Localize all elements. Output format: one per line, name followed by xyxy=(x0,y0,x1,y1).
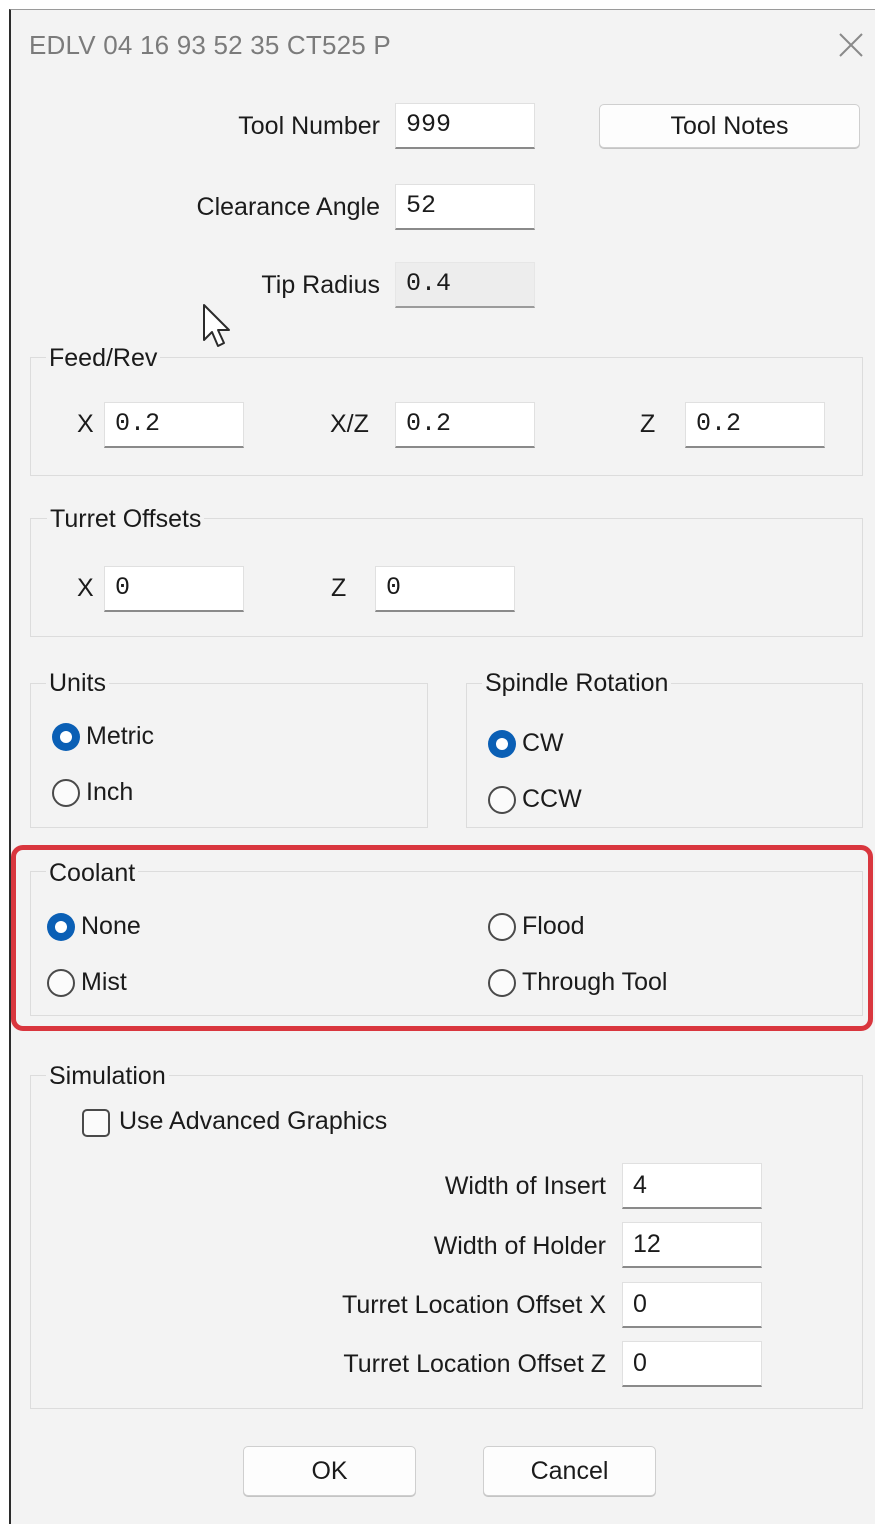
units-title: Units xyxy=(46,669,109,698)
coolant-highlight-annotation xyxy=(11,845,873,1031)
advanced-graphics-checkbox[interactable] xyxy=(82,1109,110,1137)
feed-z-field[interactable]: 0.2 xyxy=(685,402,825,448)
tool-notes-button[interactable]: Tool Notes xyxy=(599,104,860,148)
turret-location-offset-x-label: Turret Location Offset X xyxy=(341,1291,606,1319)
tip-radius-label: Tip Radius xyxy=(261,271,380,299)
metric-label: Metric xyxy=(86,722,155,750)
inch-label: Inch xyxy=(86,778,134,806)
inch-radio[interactable] xyxy=(52,779,80,807)
turret-x-field[interactable]: 0 xyxy=(104,566,244,612)
turret-location-offset-z-label: Turret Location Offset Z xyxy=(343,1350,606,1378)
width-of-holder-field[interactable]: 12 xyxy=(622,1222,762,1268)
close-button[interactable] xyxy=(832,24,868,64)
spindle-rotation-title: Spindle Rotation xyxy=(482,669,672,698)
units-inch-option[interactable]: Inch xyxy=(50,778,250,810)
advanced-graphics-option[interactable]: Use Advanced Graphics xyxy=(82,1107,402,1139)
feed-z-label: Z xyxy=(640,410,656,438)
width-of-insert-label: Width of Insert xyxy=(444,1172,606,1200)
turret-offsets-title: Turret Offsets xyxy=(47,505,205,534)
feed-xz-field[interactable]: 0.2 xyxy=(395,402,535,448)
spindle-cw-option[interactable]: CW xyxy=(486,729,686,761)
turret-location-offset-x-field[interactable]: 0 xyxy=(622,1282,762,1328)
simulation-title: Simulation xyxy=(46,1062,169,1091)
feed-rev-title: Feed/Rev xyxy=(46,344,161,373)
width-of-holder-label: Width of Holder xyxy=(433,1232,606,1260)
metric-radio[interactable] xyxy=(52,723,80,751)
spindle-ccw-option[interactable]: CCW xyxy=(486,785,686,817)
window-title: EDLV 04 16 93 52 35 CT525 P xyxy=(29,30,391,60)
turret-z-field[interactable]: 0 xyxy=(375,566,515,612)
turret-z-label: Z xyxy=(331,574,347,602)
close-icon xyxy=(839,33,863,57)
feed-x-label: X xyxy=(77,410,94,438)
units-metric-option[interactable]: Metric xyxy=(50,722,250,754)
feed-xz-label: X/Z xyxy=(330,410,369,438)
ccw-radio[interactable] xyxy=(488,786,516,814)
tip-radius-field: 0.4 xyxy=(395,262,535,308)
tool-number-label: Tool Number xyxy=(238,112,380,140)
advanced-graphics-label: Use Advanced Graphics xyxy=(119,1107,388,1135)
mouse-cursor-icon xyxy=(203,304,230,347)
tool-number-field[interactable]: 999 xyxy=(395,103,535,149)
ok-button[interactable]: OK xyxy=(243,1446,416,1496)
cancel-button[interactable]: Cancel xyxy=(483,1446,656,1496)
ccw-label: CCW xyxy=(522,785,582,813)
turret-x-label: X xyxy=(77,574,94,602)
cw-label: CW xyxy=(522,729,564,757)
clearance-angle-field[interactable]: 52 xyxy=(395,184,535,230)
feed-x-field[interactable]: 0.2 xyxy=(104,402,244,448)
width-of-insert-field[interactable]: 4 xyxy=(622,1163,762,1209)
clearance-angle-label: Clearance Angle xyxy=(196,193,380,221)
turret-location-offset-z-field[interactable]: 0 xyxy=(622,1341,762,1387)
cw-radio[interactable] xyxy=(488,730,516,758)
